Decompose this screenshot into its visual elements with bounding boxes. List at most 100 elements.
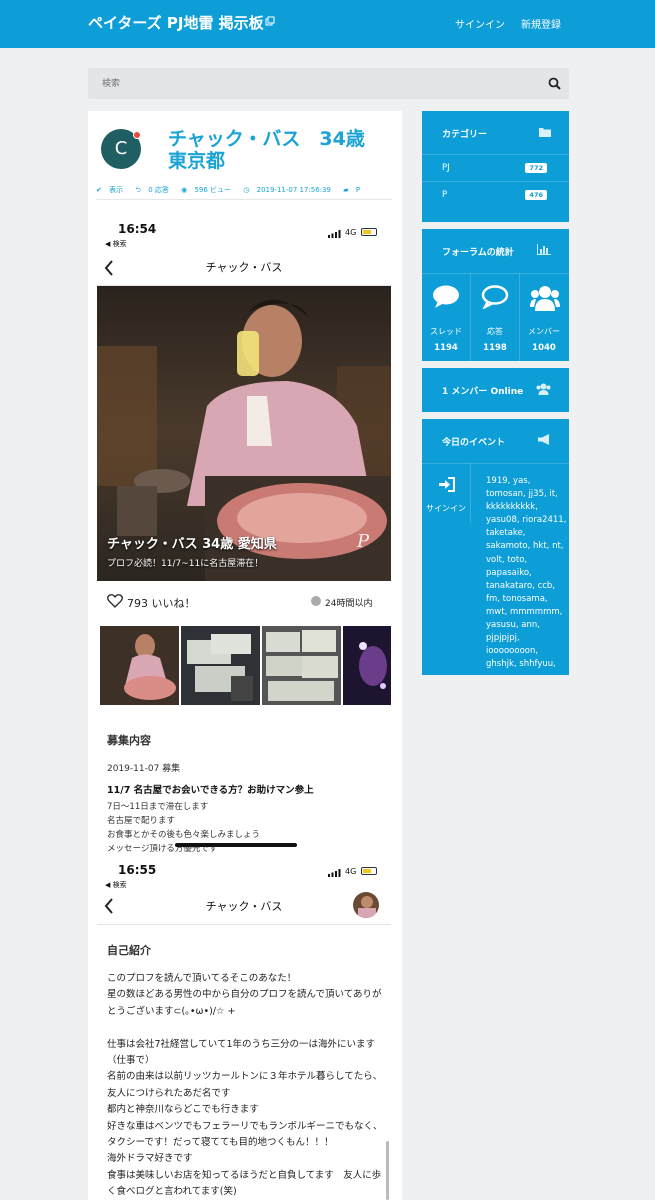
network-label: 4G	[345, 867, 357, 876]
comment-outline-icon	[481, 285, 509, 309]
category-item[interactable]: P 476	[422, 181, 569, 208]
photo-thumbnails	[100, 626, 391, 705]
post-card: C チャック・バス 34歳 東京都 ✔ 表示 ⮌ 0 応答 ◉ 596 ビュー …	[88, 111, 402, 1200]
signal-icon	[328, 869, 341, 877]
screenshot-nav-title: チャック・バス	[205, 900, 283, 913]
stat-label: スレッド	[430, 327, 462, 336]
stat-value: 1040	[532, 343, 556, 353]
folder-icon	[539, 128, 551, 137]
online-indicator	[133, 131, 141, 139]
signin-link[interactable]: サインイン	[455, 16, 505, 31]
section-title-recruit: 募集内容	[107, 734, 151, 747]
reply-icon: ⮌	[135, 186, 141, 194]
post-meta: ✔ 表示 ⮌ 0 応答 ◉ 596 ビュー ◷ 2019-11-07 17:56…	[96, 185, 370, 197]
external-link-icon[interactable]	[265, 16, 275, 26]
thumbnail	[100, 626, 179, 705]
battery-icon	[361, 867, 377, 875]
heart-icon	[107, 594, 123, 608]
folder-icon: ▰	[343, 186, 349, 194]
users-icon	[536, 383, 551, 395]
views-meta: ◉ 596 ビュー	[181, 186, 236, 194]
category-label: P	[355, 186, 361, 194]
divider	[96, 199, 392, 200]
status-dot-icon	[311, 596, 321, 606]
signal-icon	[328, 230, 341, 238]
thumbnail	[343, 626, 391, 705]
widget-title: カテゴリー	[442, 130, 488, 140]
divider	[470, 463, 471, 523]
recruit-date: 2019-11-07 募集	[107, 764, 181, 774]
recruit-line: 7日〜11日まで滞在します	[107, 802, 209, 812]
scrollbar[interactable]	[386, 1141, 389, 1200]
thumbnail	[262, 626, 341, 705]
battery-icon	[361, 228, 377, 236]
status-back-label: ◀ 検索	[105, 240, 127, 248]
last-login: 24時間以内	[325, 599, 373, 609]
thumbnail	[181, 626, 260, 705]
forum-stats-widget: フォーラムの統計 スレッド 1194 応答 1198 メンバー 1040	[422, 229, 569, 361]
bar-chart-icon	[537, 244, 551, 255]
category-meta[interactable]: ▰ P	[343, 186, 365, 194]
event-users-list: 1919, yas, tomosan, jj35, it, kkkkkkkkkk…	[486, 476, 567, 670]
site-title[interactable]: ペイターズ PJ地雷 掲示板	[88, 12, 264, 33]
category-count: 476	[525, 190, 547, 200]
likes-count: 793 いいね！	[127, 597, 196, 610]
category-name[interactable]: P	[442, 190, 447, 200]
recruit-line: お食事とかその後も色々楽しみましょう	[107, 830, 261, 840]
online-widget: 1 メンバー Online	[422, 368, 569, 412]
photo-caption: チャック・バス 34歳 愛知県	[107, 537, 277, 552]
home-indicator	[175, 843, 297, 847]
date-meta: ◷ 2019-11-07 17:56:39	[243, 186, 336, 194]
widget-title: 今日のイベント	[442, 438, 506, 448]
clock-icon: ◷	[243, 186, 250, 194]
stat-threads: スレッド 1194	[422, 273, 470, 361]
widget-title[interactable]: 1 メンバー Online	[442, 384, 523, 397]
comment-icon	[433, 285, 459, 308]
stat-label: メンバー	[528, 327, 560, 336]
status-time: 16:55	[118, 863, 157, 877]
profile-photo: チャック・バス 34歳 愛知県 プロフ必読！11/7~11に名古屋滞在！ P	[97, 286, 391, 581]
stat-value: 1198	[483, 343, 507, 353]
site-header: ペイターズ PJ地雷 掲示板 サインイン 新規登録	[0, 0, 655, 48]
search-input[interactable]	[88, 68, 528, 99]
profile-avatar	[353, 892, 379, 918]
screenshot-nav-title: チャック・バス	[205, 261, 283, 274]
network-label: 4G	[345, 228, 357, 237]
categories-widget: カテゴリー PJ 772 P 476	[422, 111, 569, 222]
photo-subcaption: プロフ必読！11/7~11に名古屋滞在！	[107, 559, 264, 569]
megaphone-icon	[538, 434, 549, 445]
check-icon: ✔	[96, 186, 102, 194]
register-link[interactable]: 新規登録	[521, 16, 561, 31]
section-title-intro: 自己紹介	[107, 944, 151, 957]
like-row: 793 いいね！ 24時間以内	[97, 581, 391, 621]
stat-value: 1194	[434, 343, 458, 353]
display-meta: ✔ 表示	[96, 186, 128, 194]
search-bar	[88, 68, 569, 99]
divider	[97, 924, 391, 925]
replies-meta: ⮌ 0 応答	[135, 186, 174, 194]
stat-label: 応答	[487, 327, 503, 336]
intro-text: このプロフを読んで頂いてるそこのあなた！ 星の数ほどある男性の中から自分のプロフ…	[107, 973, 383, 1198]
users-icon	[530, 286, 560, 311]
post-title: チャック・バス 34歳 東京都	[168, 128, 384, 172]
recruit-line: 名古屋で配ります	[107, 816, 176, 826]
signin-icon	[439, 477, 455, 492]
views-label: 596 ビュー	[194, 186, 232, 194]
widget-title: フォーラムの統計	[442, 248, 514, 258]
status-time: 16:54	[118, 222, 157, 236]
recruit-title: 11/7 名古屋でお会いできる方？お助けマン参上	[107, 785, 314, 796]
category-name[interactable]: PJ	[442, 163, 450, 173]
stat-members: メンバー 1040	[520, 273, 568, 361]
category-count: 772	[525, 163, 547, 173]
display-label: 表示	[109, 186, 124, 194]
paters-logo: P	[357, 531, 370, 552]
events-widget: 今日のイベント サインイン 1919, yas, tomosan, jj35, …	[422, 419, 569, 675]
embedded-screenshot: 16:54 ◀ 検索 4G チャック・バス チャック・バス 34歳 愛知県 プロ…	[97, 216, 391, 1200]
category-item[interactable]: PJ 772	[422, 154, 569, 181]
event-signin: サインイン	[422, 463, 470, 675]
search-icon[interactable]	[548, 77, 561, 90]
date-label: 2019-11-07 17:56:39	[256, 186, 331, 194]
stat-replies: 応答 1198	[471, 273, 519, 361]
replies-label: 0 応答	[148, 186, 169, 194]
status-back-label: ◀ 検索	[105, 881, 127, 889]
